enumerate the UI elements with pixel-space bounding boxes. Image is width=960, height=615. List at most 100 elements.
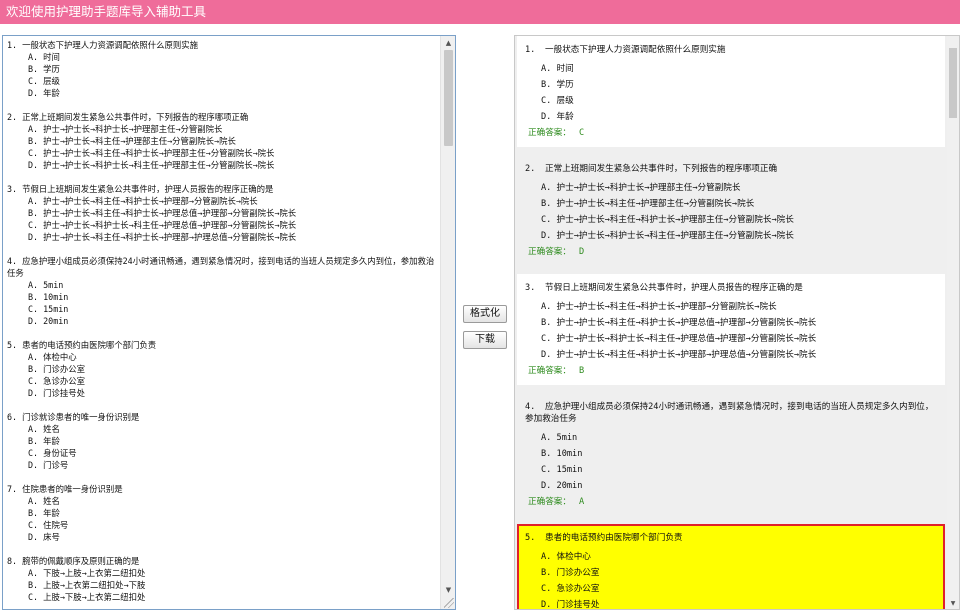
app-title: 欢迎使用护理助手题库导入辅助工具 [6,4,207,19]
download-button[interactable]: 下载 [463,331,507,349]
correct-answer-label: 正确答案： [528,366,571,376]
scroll-down-arrow-icon[interactable]: ▼ [441,583,455,597]
option-line: B. 门诊办公室 [28,364,86,374]
correct-answer-label: 正确答案： [528,497,571,507]
option-line: A. 时间 [28,52,60,62]
question-card[interactable]: 2. 正常上班期间发生紧急公共事件时，下列报告的程序哪项正确 A. 护士→护士长→科… [517,155,945,266]
option-line: C. 护士→护士长→科主任→科护士长→护理部主任→分管副院长→院长 [28,148,275,158]
question-body: 一般状态下护理人力资源调配依照什么原则实施 [545,45,726,55]
question-line: 8. 腕带的佩戴顺序及原则正确的是 [7,556,140,566]
option-item: A. 5min [541,433,578,443]
scrollbar-thumb[interactable] [444,50,453,146]
question-text: 1. 一般状态下护理人力资源调配依照什么原则实施 [525,44,935,61]
question-number: 5. [525,533,536,543]
option-line: A. 体检中心 [28,352,77,362]
app-title-bar: 欢迎使用护理助手题库导入辅助工具 [0,0,960,24]
option-line: B. 10min [28,292,69,302]
option-item: C. 15min [541,465,583,475]
option-item: D. 护士→护士长→科护士长→科主任→护理部主任→分管副院长→院长 [541,231,794,241]
textarea-content[interactable]: 1. 一般状态下护理人力资源调配依照什么原则实施 A. 时间 B. 学历 C. 层级 D… [3,36,439,609]
option-item: B. 护士→护士长→科主任→科护士长→护理总值→护理部→分管副院长→院长 [541,318,817,328]
correct-answer-label: 正确答案： [528,247,571,257]
option-item: C. 层级 [541,96,574,106]
resize-grip-icon[interactable] [444,598,454,608]
question-text: 5. 患者的电话预约由医院哪个部门负责 [525,532,935,549]
format-button[interactable]: 格式化 [463,305,507,323]
question-text: 4. 应急护理小组成员必须保持24小时通讯畅通，遇到紧急情况时，接到电话的当班人员… [525,401,935,430]
correct-answer-label: 正确答案： [528,128,571,138]
question-line: 1. 一般状态下护理人力资源调配依照什么原则实施 [7,40,198,50]
question-number: 4. [525,402,536,412]
option-line: B. 护士→护士长→科主任→科护士长→护理总值→护理部→分管副院长→院长 [28,208,297,218]
correct-answer-value: C [578,128,585,138]
preview-list: 1. 一般状态下护理人力资源调配依照什么原则实施 A. 时间 B. 学历 C. 层级 D.… [515,36,947,609]
option-item: B. 学历 [541,80,574,90]
question-number: 3. [525,283,536,293]
correct-answer-value: B [578,366,585,376]
option-line: B. 年龄 [28,508,60,518]
option-line: C. 上肢→下肢→上衣第二纽扣处 [28,592,146,602]
question-body: 应急护理小组成员必须保持24小时通讯畅通，遇到紧急情况时，接到电话的当班人员规定… [525,402,934,424]
preview-scrollbar-thumb[interactable] [949,48,957,118]
question-line: 4. 应急护理小组成员必须保持24小时通讯畅通，遇到紧急情况时，接到电话的当班人… [7,256,435,278]
question-body: 患者的电话预约由医院哪个部门负责 [545,533,683,543]
option-line: B. 学历 [28,64,60,74]
option-item: B. 护士→护士长→科主任→护理部主任→分管副院长→院长 [541,199,755,209]
scroll-down-arrow-icon[interactable]: ▼ [947,599,959,609]
option-line: D. 门诊号 [28,460,69,470]
option-line: A. 下肢→上肢→上衣第二纽扣处 [28,568,146,578]
option-line: B. 上肢→上衣第二纽扣处→下肢 [28,580,146,590]
option-line: A. 5min [28,280,64,290]
option-line: A. 姓名 [28,496,60,506]
question-number: 2. [525,164,536,174]
question-text: 3. 节假日上班期间发生紧急公共事件时，护理人员报告的程序正确的是 [525,282,935,299]
question-card[interactable]: 3. 节假日上班期间发生紧急公共事件时，护理人员报告的程序正确的是 A. 护士→护士… [517,274,945,385]
scroll-up-arrow-icon[interactable]: ▲ [441,36,455,50]
option-line: C. 层级 [28,76,60,86]
option-item: C. 护士→护士长→科主任→科护士长→护理部主任→分管副院长→院长 [541,215,794,225]
option-line: A. 护士→护士长→科护士长→护理部主任→分管副院长 [28,124,223,134]
option-line: C. 住院号 [28,520,69,530]
question-number: 1. [525,45,536,55]
preview-scrollbar[interactable]: ▼ [947,36,959,609]
correct-answer-value: A [578,497,585,507]
question-body: 正常上班期间发生紧急公共事件时，下列报告的程序哪项正确 [545,164,778,174]
textarea-scrollbar[interactable]: ▲ ▼ [440,36,455,609]
option-item: D. 年龄 [541,112,574,122]
correct-answer-value: D [578,247,585,257]
option-line: C. 15min [28,304,69,314]
option-item: D. 20min [541,481,583,491]
correct-answer: 正确答案： D [525,244,935,260]
question-card-selected[interactable]: 5. 患者的电话预约由医院哪个部门负责 A. 体检中心 B. 门诊办公室 C. 急诊办公… [517,524,945,609]
option-line: D. 门诊挂号处 [28,388,86,398]
option-item: A. 体检中心 [541,552,591,562]
correct-answer: 正确答案： C [525,125,935,141]
option-line: D. 20min [28,316,69,326]
question-line: 3. 节假日上班期间发生紧急公共事件时，护理人员报告的程序正确的是 [7,184,274,194]
option-item: D. 护士→护士长→科主任→科护士长→护理部→护理总值→分管副院长→院长 [541,350,817,360]
question-card[interactable]: 1. 一般状态下护理人力资源调配依照什么原则实施 A. 时间 B. 学历 C. 层级 D.… [517,36,945,147]
option-line: D. 床号 [28,532,60,542]
question-line: 6. 门诊就诊患者的唯一身份识别是 [7,412,140,422]
option-line: B. 护士→护士长→科主任→护理部主任→分管副院长→院长 [28,136,236,146]
question-card[interactable]: 4. 应急护理小组成员必须保持24小时通讯畅通，遇到紧急情况时，接到电话的当班人员… [517,393,945,516]
preview-panel: 1. 一般状态下护理人力资源调配依照什么原则实施 A. 时间 B. 学历 C. 层级 D.… [514,35,960,610]
option-line: A. 姓名 [28,424,60,434]
option-item: C. 急诊办公室 [541,584,600,594]
option-item: B. 10min [541,449,583,459]
question-input-textarea[interactable]: 1. 一般状态下护理人力资源调配依照什么原则实施 A. 时间 B. 学历 C. 层级 D… [2,35,456,610]
option-item: A. 时间 [541,64,574,74]
question-body: 节假日上班期间发生紧急公共事件时，护理人员报告的程序正确的是 [545,283,803,293]
option-line: D. 年龄 [28,88,60,98]
question-line: 2. 正常上班期间发生紧急公共事件时，下列报告的程序哪项正确 [7,112,249,122]
option-line: C. 急诊办公室 [28,376,86,386]
option-line: A. 护士→护士长→科主任→科护士长→护理部→分管副院长→院长 [28,196,258,206]
option-line: D. 护士→护士长→科护士长→科主任→护理部主任→分管副院长→院长 [28,160,275,170]
option-item: B. 门诊办公室 [541,568,600,578]
